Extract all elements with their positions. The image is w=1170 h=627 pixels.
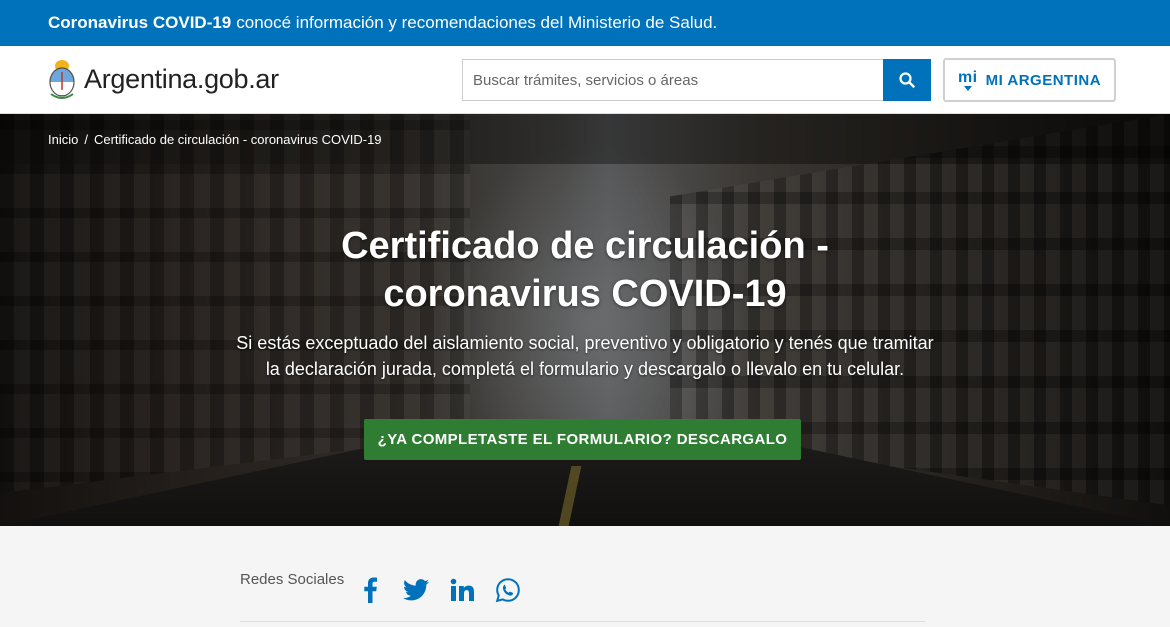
- mi-argentina-label: MI ARGENTINA: [985, 71, 1102, 89]
- breadcrumb-separator: /: [84, 131, 88, 147]
- twitter-icon: [403, 579, 429, 601]
- twitter-link[interactable]: [403, 576, 429, 604]
- whatsapp-link[interactable]: [495, 576, 521, 604]
- hero-section: Inicio / Certificado de circulación - co…: [0, 114, 1170, 526]
- search-icon: [899, 72, 915, 88]
- chevron-down-icon: [963, 85, 972, 91]
- page-title: Certificado de circulación - coronavirus…: [0, 222, 1170, 318]
- mi-logo-text: mi: [957, 68, 978, 86]
- brand-logo-link[interactable]: Argentina.gob.ar: [48, 58, 279, 100]
- brand-name: Argentina.gob.ar: [84, 63, 279, 94]
- breadcrumb: Inicio / Certificado de circulación - co…: [0, 114, 1170, 164]
- social-icons: [357, 576, 521, 604]
- page-title-line2: coronavirus COVID-19: [383, 273, 787, 315]
- download-form-button[interactable]: ¿YA COMPLETASTE EL FORMULARIO? DESCARGAL…: [364, 419, 801, 460]
- page-title-line1: Certificado de circulación -: [341, 225, 829, 267]
- linkedin-link[interactable]: [449, 576, 475, 604]
- divider: [240, 621, 925, 622]
- search-bar: [462, 59, 931, 101]
- banner-text: conocé información y recomendaciones del…: [236, 13, 718, 32]
- mi-argentina-logo: mi: [957, 68, 978, 91]
- site-header: Argentina.gob.ar mi MI ARGENTINA: [0, 46, 1170, 114]
- banner-bold-text: Coronavirus COVID-19: [48, 13, 232, 32]
- social-label: Redes Sociales: [240, 571, 345, 588]
- covid-banner[interactable]: Coronavirus COVID-19 conocé información …: [0, 0, 1170, 46]
- search-button[interactable]: [883, 59, 931, 101]
- hero-overlay: [0, 114, 1170, 526]
- whatsapp-icon: [495, 578, 520, 603]
- breadcrumb-home[interactable]: Inicio: [48, 132, 78, 147]
- linkedin-icon: [450, 578, 474, 601]
- facebook-icon: [364, 577, 377, 603]
- search-input[interactable]: [462, 59, 883, 101]
- hero-description: Si estás exceptuado del aislamiento soci…: [236, 333, 934, 379]
- social-section: Redes Sociales: [0, 526, 1170, 627]
- facebook-link[interactable]: [357, 576, 383, 604]
- coat-of-arms-icon: [49, 60, 75, 99]
- breadcrumb-current: Certificado de circulación - coronavirus…: [93, 131, 382, 147]
- mi-argentina-button[interactable]: mi MI ARGENTINA: [943, 58, 1116, 102]
